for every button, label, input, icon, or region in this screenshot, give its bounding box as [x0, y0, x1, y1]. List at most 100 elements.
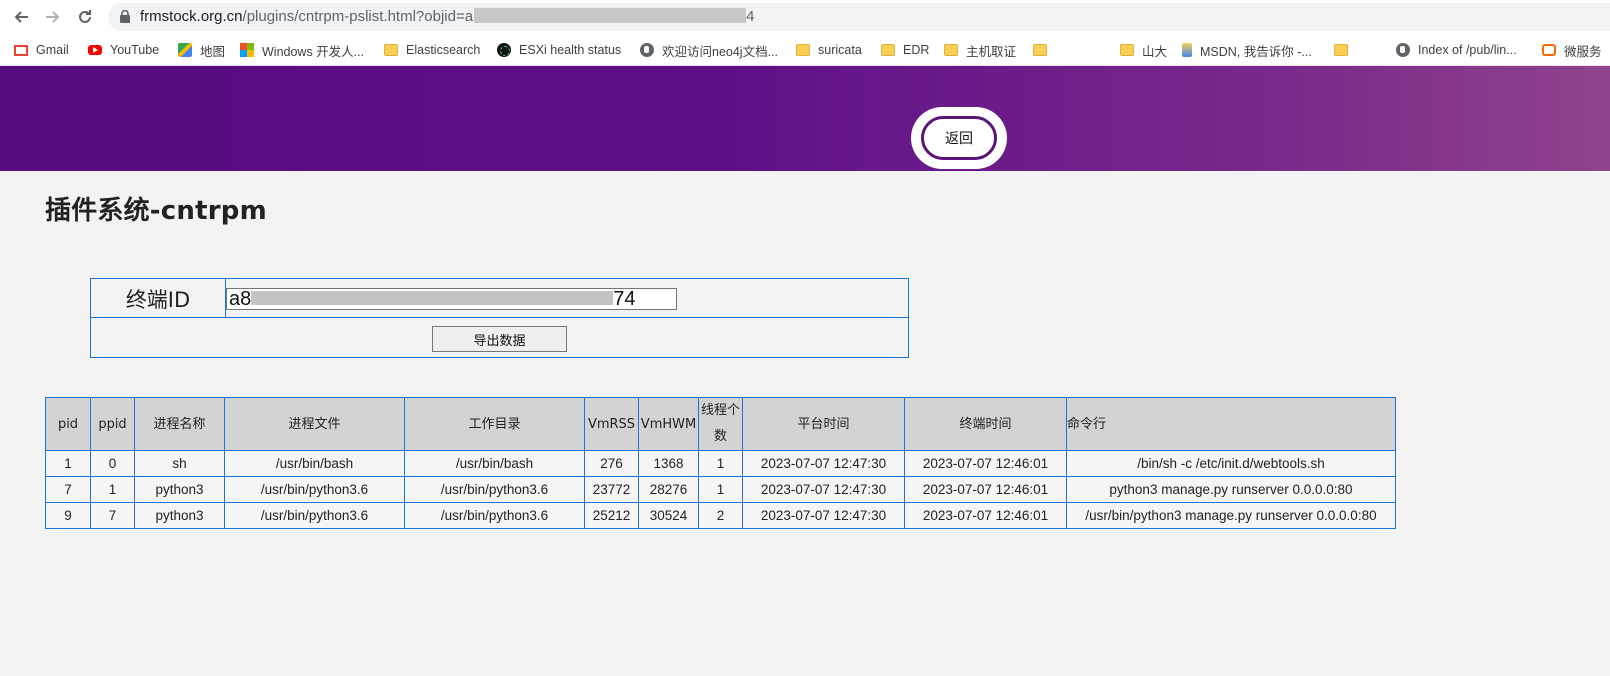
folder-icon — [1334, 44, 1348, 56]
bookmark-label: Elasticsearch — [406, 43, 481, 57]
header-banner — [0, 66, 1610, 171]
cell-platform-time: 2023-07-07 12:47:30 — [742, 450, 905, 477]
bookmark-maps[interactable]: 地图 — [178, 40, 225, 60]
folder-icon — [384, 44, 398, 56]
bookmark-folder-unnamed-2[interactable] — [1334, 40, 1356, 60]
bookmark-label: ESXi health status — [519, 43, 622, 57]
gmail-icon — [14, 44, 28, 56]
cell-vmrss: 25212 — [584, 502, 639, 529]
export-data-button[interactable]: 导出数据 — [432, 326, 567, 352]
aliyun-icon — [1542, 44, 1556, 56]
msdn-icon — [1182, 43, 1192, 57]
col-working-dir[interactable]: 工作目录 — [404, 397, 585, 451]
terminal-id-row: 终端ID a8 74 — [91, 279, 908, 318]
cell-process-name: python3 — [134, 476, 225, 503]
cell-ppid: 0 — [90, 450, 135, 477]
bookmark-elasticsearch[interactable]: Elasticsearch — [384, 40, 480, 60]
cell-working-dir: /usr/bin/bash — [404, 450, 585, 477]
reload-icon[interactable] — [72, 4, 98, 30]
bookmark-windows-dev[interactable]: Windows 开发人... — [240, 40, 364, 60]
youtube-icon — [88, 45, 102, 55]
back-button-container: 返回 — [911, 107, 1007, 169]
bookmark-shanda[interactable]: 山大 — [1120, 40, 1167, 60]
address-bar[interactable]: frmstock.org.cn/plugins/cntrpm-pslist.ht… — [108, 3, 1610, 31]
col-thread-count[interactable]: 线程个数 — [698, 397, 743, 451]
bookmark-label: YouTube — [110, 43, 160, 57]
bookmark-label: MSDN, 我告诉你 -... — [1200, 44, 1312, 59]
terminal-form: 终端ID a8 74 导出数据 — [90, 278, 909, 358]
cell-ppid: 1 — [90, 476, 135, 503]
col-process-file[interactable]: 进程文件 — [224, 397, 405, 451]
col-process-name[interactable]: 进程名称 — [134, 397, 225, 451]
terminal-id-input[interactable]: a8 74 — [226, 288, 677, 310]
globe-icon — [1396, 43, 1410, 57]
cell-command-line: python3 manage.py runserver 0.0.0.0:80 — [1066, 476, 1396, 503]
col-pid[interactable]: pid — [45, 397, 91, 451]
cell-vmhwm: 28276 — [638, 476, 699, 503]
terminal-id-prefix: a8 — [229, 288, 252, 310]
cell-vmhwm: 30524 — [638, 502, 699, 529]
bookmark-forensics[interactable]: 主机取证 — [944, 40, 1016, 60]
bookmark-folder-unnamed[interactable] — [1033, 40, 1055, 60]
cell-platform-time: 2023-07-07 12:47:30 — [742, 476, 905, 503]
bookmark-youtube[interactable]: YouTube — [88, 40, 159, 60]
bookmark-neo4j[interactable]: 欢迎访问neo4j文档... — [640, 40, 778, 60]
bookmark-edr[interactable]: EDR — [881, 40, 929, 60]
terminal-id-label: 终端ID — [91, 279, 226, 318]
url-path: /plugins/cntrpm-pslist.html?objid=a — [242, 8, 474, 25]
terminal-id-suffix: 74 — [613, 288, 636, 310]
forward-arrow-icon[interactable] — [40, 4, 66, 30]
folder-icon — [1120, 44, 1134, 56]
url-tail: 4 — [746, 8, 755, 25]
bookmark-microservice[interactable]: 微服务 — [1542, 40, 1602, 60]
bookmark-label: Index of /pub/lin... — [1418, 43, 1517, 57]
cell-vmrss: 276 — [584, 450, 639, 477]
bookmark-label: 微服务 — [1564, 44, 1602, 59]
bookmark-msdn[interactable]: MSDN, 我告诉你 -... — [1182, 40, 1312, 60]
cell-terminal-time: 2023-07-07 12:46:01 — [904, 476, 1067, 503]
bookmark-suricata[interactable]: suricata — [796, 40, 862, 60]
cell-process-file: /usr/bin/python3.6 — [224, 502, 405, 529]
bookmark-label: 山大 — [1142, 44, 1168, 59]
cell-terminal-time: 2023-07-07 12:46:01 — [904, 450, 1067, 477]
cell-ppid: 7 — [90, 502, 135, 529]
bookmark-label: EDR — [903, 43, 930, 57]
col-ppid[interactable]: ppid — [90, 397, 135, 451]
cell-command-line: /bin/sh -c /etc/init.d/webtools.sh — [1066, 450, 1396, 477]
col-terminal-time[interactable]: 终端时间 — [904, 397, 1067, 451]
bookmark-gmail[interactable]: Gmail — [14, 40, 69, 60]
cell-pid: 1 — [45, 450, 91, 477]
bookmark-label: Gmail — [36, 43, 69, 57]
url-text: frmstock.org.cn/plugins/cntrpm-pslist.ht… — [140, 8, 754, 25]
cell-terminal-time: 2023-07-07 12:46:01 — [904, 502, 1067, 529]
bookmark-esxi[interactable]: ESXi health status — [497, 40, 621, 60]
folder-icon — [1033, 44, 1047, 56]
page-title: 插件系统-cntrpm — [45, 196, 267, 226]
cell-pid: 7 — [45, 476, 91, 503]
globe-icon — [640, 43, 654, 57]
bookmark-index-pub[interactable]: Index of /pub/lin... — [1396, 40, 1517, 60]
folder-icon — [944, 44, 958, 56]
bookmark-label: 主机取证 — [966, 44, 1017, 59]
cell-thread-count: 2 — [698, 502, 743, 529]
bookmarks-bar: Gmail YouTube 地图 Windows 开发人... Elastics… — [0, 34, 1610, 66]
bookmark-label: 欢迎访问neo4j文档... — [662, 44, 779, 59]
col-vmrss[interactable]: VmRSS — [584, 397, 639, 451]
col-command-line[interactable]: 命令行 — [1066, 397, 1396, 451]
folder-icon — [796, 44, 810, 56]
table-row: 9 7 python3 /usr/bin/python3.6 /usr/bin/… — [45, 502, 1396, 529]
cell-platform-time: 2023-07-07 12:47:30 — [742, 502, 905, 529]
return-button[interactable]: 返回 — [921, 116, 997, 160]
esxi-icon — [497, 43, 511, 57]
browser-toolbar: frmstock.org.cn/plugins/cntrpm-pslist.ht… — [0, 0, 1610, 34]
cell-pid: 9 — [45, 502, 91, 529]
col-platform-time[interactable]: 平台时间 — [742, 397, 905, 451]
cell-command-line: /usr/bin/python3 manage.py runserver 0.0… — [1066, 502, 1396, 529]
cell-process-file: /usr/bin/bash — [224, 450, 405, 477]
col-vmhwm[interactable]: VmHWM — [638, 397, 699, 451]
url-redaction — [474, 8, 747, 23]
cell-vmhwm: 1368 — [638, 450, 699, 477]
table-header-row: pid ppid 进程名称 进程文件 工作目录 VmRSS VmHWM 线程个数… — [45, 397, 1396, 451]
back-arrow-icon[interactable] — [8, 4, 34, 30]
folder-icon — [881, 44, 895, 56]
